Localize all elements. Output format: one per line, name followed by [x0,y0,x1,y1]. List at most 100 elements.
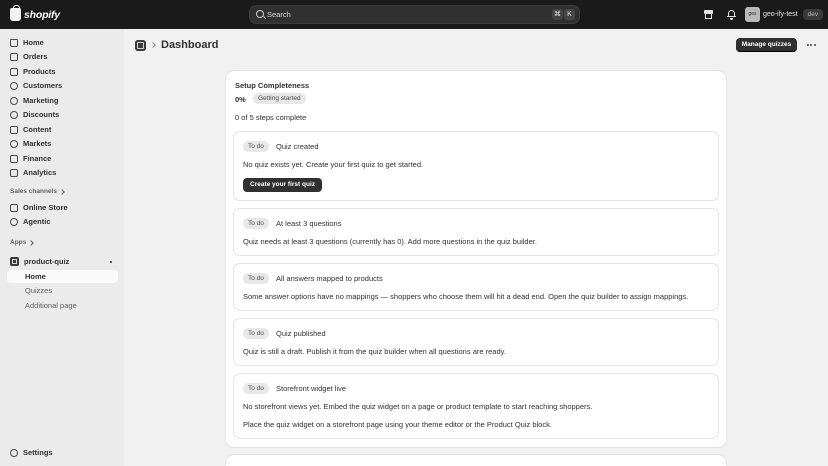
apps-heading[interactable]: Apps [10,239,35,246]
step-quiz-published: To do Quiz published Quiz is still a dra… [234,319,718,365]
sidebar-item-label: Orders [23,52,48,61]
store-icon[interactable] [703,9,714,20]
sales-channels-heading[interactable]: Sales channels [10,188,65,195]
products-icon [10,67,18,76]
store-name: geo-ify-test [763,11,798,18]
step-hint: Place the quiz widget on a storefront pa… [243,420,552,429]
sidebar-item-label: Agentic [23,217,51,226]
sidebar-item-online-store[interactable]: Online Store [7,201,118,214]
manage-quizzes-button[interactable]: Manage quizzes [736,38,797,52]
status-badge: Getting started [253,93,306,104]
more-dot [810,44,812,46]
product-quiz-app-icon [10,257,19,266]
pin-dot-icon [110,261,112,263]
dev-badge: dev [802,9,824,20]
section-heading-label: Sales channels [10,188,57,195]
completion-percent: 0% [235,95,246,104]
shopify-logo[interactable]: shopify [10,5,60,21]
search-icon [256,10,264,18]
search-placeholder: Search [267,10,291,19]
home-icon [10,38,18,47]
step-description: Quiz is still a draft. Publish it from t… [243,347,506,356]
todo-badge: To do [243,383,269,394]
create-first-quiz-button[interactable]: Create your first quiz [243,178,323,192]
next-card [226,455,726,466]
sidebar-item-label: Content [23,125,52,134]
notification-bell-icon[interactable] [726,9,737,20]
chevron-right-icon [28,239,35,246]
brand-name: shopify [24,8,60,21]
step-storefront-widget: To do Storefront widget live No storefro… [234,374,718,438]
sidebar-item-label: Finance [23,154,52,163]
more-actions-button[interactable] [804,38,818,52]
sidebar-item-label: Markets [23,139,52,148]
sidebar-item-label: Online Store [23,203,68,212]
section-heading-label: Apps [10,239,27,246]
sidebar-item-finance[interactable]: Finance [7,152,118,165]
sidebar-item-label: Analytics [23,168,57,177]
sidebar-item-products[interactable]: Products [7,65,118,78]
sidebar-item-home[interactable]: Home [7,36,118,49]
step-description: No storefront views yet. Embed the quiz … [243,402,593,411]
sidebar-item-label: Settings [23,448,53,457]
search-input[interactable]: Search ⌘ K [249,5,580,24]
subitem-label: Quizzes [25,286,53,295]
app-subitem-home[interactable]: Home [7,270,118,283]
sidebar-item-discounts[interactable]: Discounts [7,108,118,121]
step-description: No quiz exists yet. Create your first qu… [243,160,424,169]
content-icon [10,125,18,134]
sidebar-app-product-quiz[interactable]: product-quiz [7,255,118,268]
chevron-right-icon [59,188,65,195]
marketing-icon [10,96,18,105]
step-quiz-created: To do Quiz created No quiz exists yet. C… [234,132,718,200]
subitem-label: Additional page [25,301,77,310]
card-title: Setup Completeness [235,81,310,90]
steps-summary: 0 of 5 steps complete [235,113,307,122]
top-bar: shopify Search ⌘ K ges geo-ify-test dev [0,0,828,29]
k-key: K [564,9,575,20]
app-subitem-quizzes[interactable]: Quizzes [7,284,118,297]
command-key: ⌘ [552,9,563,20]
account-menu[interactable]: ges geo-ify-test dev [745,7,824,22]
product-quiz-app-icon[interactable] [135,39,146,51]
step-at-least-3-questions: To do At least 3 questions Quiz needs at… [234,209,718,255]
sidebar-item-label: Home [23,38,44,47]
agentic-icon [10,217,18,226]
todo-badge: To do [243,328,269,339]
analytics-icon [10,168,18,177]
subitem-label: Home [25,272,46,281]
todo-badge: To do [243,218,269,229]
step-title: At least 3 questions [276,219,342,228]
todo-badge: To do [243,273,269,284]
sidebar-item-customers[interactable]: Customers [7,79,118,92]
step-description: Quiz needs at least 3 questions (current… [243,237,537,246]
setup-completeness-card: Setup Completeness 0% Getting started 0 … [226,71,726,447]
sidebar-item-markets[interactable]: Markets [7,137,118,150]
step-title: Storefront widget live [276,384,347,393]
step-answers-mapped: To do All answers mapped to products Som… [234,264,718,310]
step-title: Quiz created [276,142,319,151]
sidebar-item-orders[interactable]: Orders [7,50,118,63]
step-title: All answers mapped to products [276,274,383,283]
sidebar-item-agentic[interactable]: Agentic [7,215,118,228]
finance-icon [10,154,18,163]
sidebar-item-label: Discounts [23,110,60,119]
sidebar-item-marketing[interactable]: Marketing [7,94,118,107]
online-store-icon [10,203,18,212]
chevron-right-icon [150,42,156,48]
sidebar-item-label: Products [23,67,56,76]
page-title: Dashboard [161,39,219,51]
discounts-icon [10,110,18,119]
app-subitem-additional-page[interactable]: Additional page [7,299,118,312]
todo-badge: To do [243,141,269,152]
orders-icon [10,52,18,61]
sidebar-item-content[interactable]: Content [7,123,118,136]
sidebar-item-label: Marketing [23,96,59,105]
sidebar-item-analytics[interactable]: Analytics [7,166,118,179]
sidebar: Home Orders Products Customers Marketing… [0,29,124,466]
customers-icon [10,81,18,90]
sidebar-item-settings[interactable]: Settings [7,446,118,459]
shopify-bag-icon [10,5,21,21]
sidebar-item-label: Customers [23,81,63,90]
avatar: ges [745,7,760,22]
